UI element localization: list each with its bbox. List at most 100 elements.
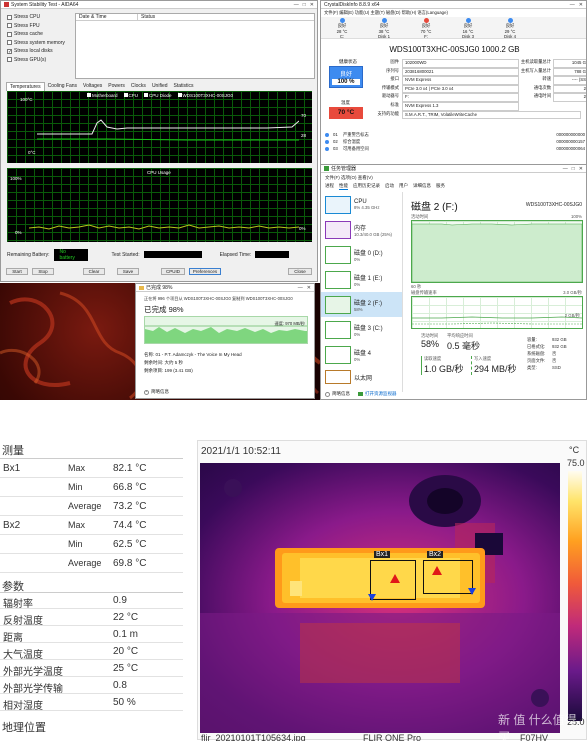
tab-services[interactable]: 服务 [436,183,445,190]
table-row[interactable]: 01 严重警告标志 000000000000 [325,131,585,138]
close-icon[interactable]: ✕ [579,2,583,8]
stress-option[interactable]: Stress FPU [7,22,73,31]
minimize-button[interactable]: — [294,2,299,8]
param-row: 反射温度 22 °C [0,609,183,627]
min-marker-icon [468,588,476,595]
sidebar-item-disk-1[interactable]: 磁盘 1 (E:) 0% [321,267,402,292]
close-icon[interactable]: ✕ [579,166,583,172]
stress-option[interactable]: Stress GPU(s) [7,56,73,65]
tab-users[interactable]: 用户 [399,183,408,190]
test-started-value [143,251,202,258]
checkbox[interactable] [7,23,12,29]
test-started-label: Test Started: [111,251,140,258]
temp-line-green [37,138,299,141]
graph-top-label: 100% [571,214,582,219]
close-icon[interactable]: ✕ [310,2,314,8]
table-row[interactable]: 02 综合温度 000000000157 [325,138,585,145]
aida-titlebar: System Stability Test - AIDA64 — □ ✕ [1,1,317,9]
measure-row: Min 62.5 °C [0,535,183,554]
close-button[interactable]: Close [288,268,312,275]
stress-option[interactable]: ✓ Stress local disks [7,47,73,56]
crystal-menu[interactable]: 文件(F) 编辑(E) 功能(U) 主题(T) 磁盘(D) 帮助(H) 语言(L… [324,10,448,16]
info-row: 转速 ---- (SS [507,76,586,85]
task-manager-window: 任务管理器 — □ ✕ 文件(F) 选项(O) 查看(V) 进程 性能 应用历史记录… [320,164,587,400]
checkbox-checked[interactable]: ✓ [7,48,12,54]
sidebar-item-ethernet[interactable]: 以太网 [321,367,402,387]
maximize-button[interactable]: □ [572,166,575,172]
tab-performance[interactable]: 性能 [339,183,348,190]
tab-powers[interactable]: Powers [105,82,128,91]
tab-temperatures[interactable]: Temperatures [6,82,45,91]
tab-statistics[interactable]: Statistics [171,82,197,91]
sidebar-item-disk-4[interactable]: 磁盘 4 0% [321,342,402,367]
aida-app-icon [4,2,9,7]
mini-graph-icon [325,220,351,239]
tab-voltages[interactable]: Voltages [80,82,105,91]
stress-label: Stress system memory [14,39,65,46]
taskmgr-menu[interactable]: 文件(F) 选项(O) 查看(V) [325,175,373,181]
stress-option[interactable]: Stress cache [7,30,73,39]
info-row: 系统磁盘: 否 [527,351,557,356]
disk-status-item[interactable]: 良好 16 °C Disk 3 [447,17,489,39]
checkbox[interactable] [7,31,12,37]
maximize-button[interactable]: □ [303,2,306,8]
minimize-button[interactable]: — [570,2,575,8]
sidebar-item-disk-2[interactable]: 磁盘 2 (F:) 58% [321,292,402,317]
less-detail-link[interactable]: 简略信息 [325,391,350,397]
disk-status-item[interactable]: 良好 38 °C Disk 1 [363,17,405,39]
tab-startup[interactable]: 启动 [385,183,394,190]
preferences-button[interactable]: Preferences [189,268,221,275]
disk-model: WDS100T3XHC-00SJG0 [525,202,582,208]
perf-sidebar: CPU 8% 4.35 GHz 内存 10.3/40.0 GB (25%) 磁盘 0… [321,192,403,392]
disk-status-item[interactable]: 良好 29 °C Disk 4 [489,17,531,39]
tab-cooling-fans[interactable]: Cooling Fans [45,82,80,91]
col-date-time[interactable]: Date & Time [76,14,138,20]
close-icon[interactable]: ✕ [307,285,311,291]
clear-button[interactable]: Clear [83,268,105,275]
stress-options: Stress CPU Stress FPU Stress cache Stres… [7,13,73,64]
tab-details[interactable]: 详细信息 [413,183,431,190]
stress-label: Stress FPU [14,22,40,29]
measure-row: Bx1 Max 82.1 °C [0,459,183,478]
open-resource-monitor-link[interactable]: 打开资源监视器 [358,391,397,397]
taskmgr-titlebar: 任务管理器 — □ ✕ [321,165,586,173]
stat-response: 平均响应时间 0.5 毫秒 [447,333,480,352]
sidebar-item-memory[interactable]: 内存 10.3/40.0 GB (25%) [321,217,402,242]
sidebar-item-disk-3[interactable]: 磁盘 3 (C:) 0% [321,317,402,342]
minimize-button[interactable]: — [563,166,568,172]
param-row: 外部光学传输 0.8 [0,677,183,695]
temperature-graph: Motherboard CPU CPU Diode WDS100T3XHC-00… [7,91,312,163]
sidebar-item-cpu[interactable]: CPU 8% 4.35 GHz [321,192,402,217]
copy-titlebar: 已完成 98% — ✕ [136,284,314,292]
save-button[interactable]: Save [117,268,139,275]
col-status[interactable]: Status [138,14,155,20]
stress-option[interactable]: Stress CPU [7,13,73,22]
copy-less-info[interactable]: ^ 简略信息 [144,389,169,395]
disk-status-item[interactable]: 良好 28 °C C: [321,17,363,39]
minimize-button[interactable]: — [298,285,303,291]
info-row: 主机读取量总计 1045 G [507,59,586,68]
sidebar-item-disk-0[interactable]: 磁盘 0 (D:) 0% [321,242,402,267]
measure-box-bx2[interactable]: Bx2 [423,551,476,595]
param-row: 大气温度 20 °C [0,643,183,661]
tab-app-history[interactable]: 应用历史记录 [353,183,380,190]
info-row: 通电时间 2 [507,93,586,102]
table-row[interactable]: 03 可用备用空间 000000000064 [325,145,585,152]
cpuid-button[interactable]: CPUID [161,268,185,275]
start-button[interactable]: Start [6,268,28,275]
measure-box-bx1[interactable]: Bx1 [368,551,416,601]
tab-processes[interactable]: 进程 [325,183,334,190]
tab-clocks[interactable]: Clocks [128,82,149,91]
checkbox[interactable] [7,57,12,63]
checkbox[interactable] [7,40,12,46]
stress-option[interactable]: Stress system memory [7,39,73,48]
battery-label: Remaining Battery: [7,251,50,258]
thermal-timestamp: 2021/1/1 10:52:11 [201,446,281,457]
capacity-info: 容量: 932 GB 已格式化: 932 GB 系统磁盘: 否 页面文件: 否 类型: S… [527,337,567,372]
copy-progress-label: 已完成 98% [144,305,184,314]
stop-button[interactable]: Stop [32,268,54,275]
tab-unified[interactable]: Unified [149,82,171,91]
checkbox[interactable] [7,14,12,20]
disk-status-item[interactable]: 良好 70 °C F: [405,17,447,39]
taskmgr-tabs: 进程 性能 应用历史记录 启动 用户 详细信息 服务 [325,183,445,190]
